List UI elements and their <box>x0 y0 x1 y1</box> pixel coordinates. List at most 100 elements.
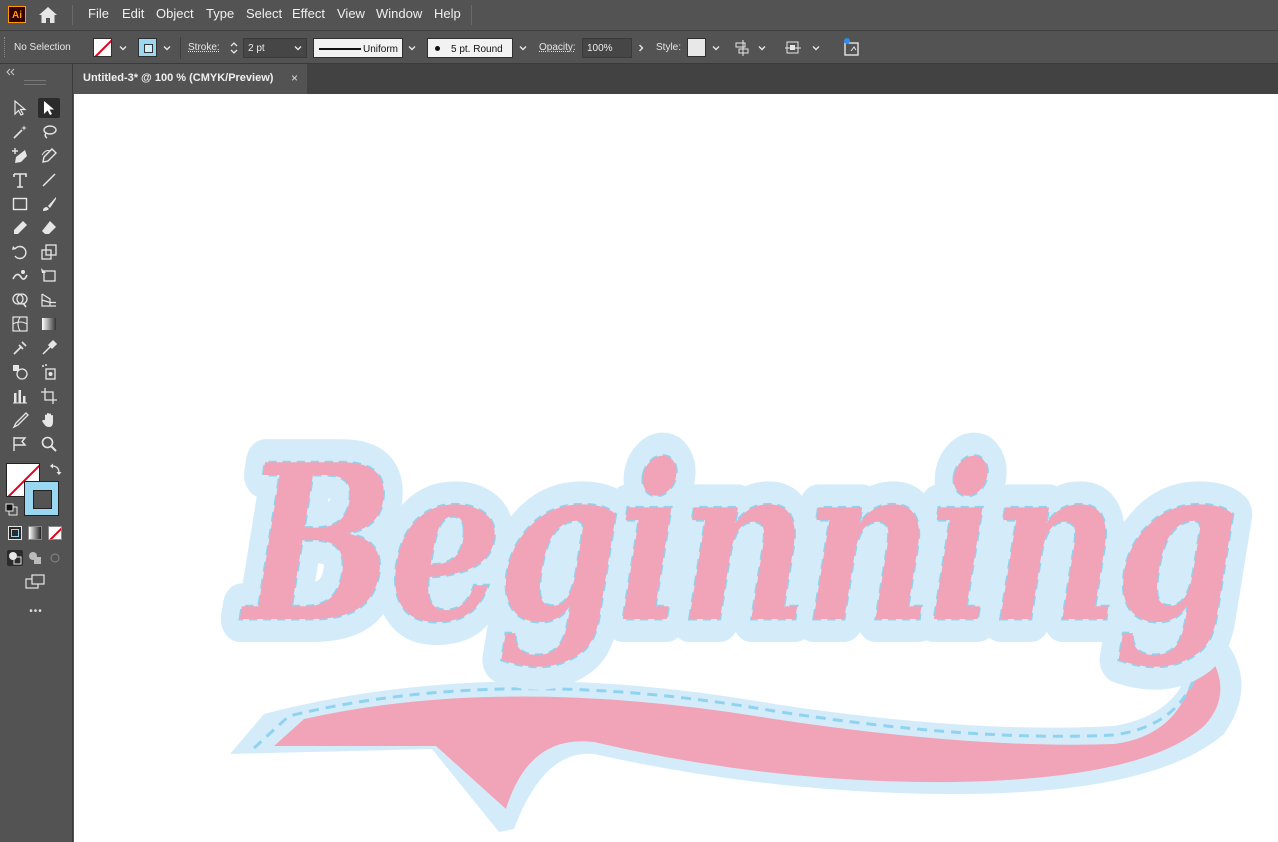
style-swatch[interactable] <box>687 38 706 57</box>
opacity-field[interactable]: 100% <box>582 38 632 58</box>
default-colors-icon[interactable] <box>5 503 18 516</box>
draw-inside-button[interactable] <box>47 550 63 566</box>
free-transform-tool[interactable] <box>38 266 60 286</box>
none-mode-button[interactable] <box>48 526 62 540</box>
zoom-tool[interactable] <box>38 434 60 454</box>
transform-icon[interactable] <box>784 39 802 57</box>
close-icon[interactable]: × <box>291 71 298 85</box>
magic-wand-icon <box>13 125 27 139</box>
gradient-tool[interactable] <box>38 314 60 334</box>
hand-icon <box>42 413 53 427</box>
rectangle-tool[interactable] <box>9 194 31 214</box>
paintbrush-icon <box>43 197 56 211</box>
magic-wand-tool[interactable] <box>9 122 31 142</box>
pen-tool[interactable] <box>9 146 31 166</box>
pencil-tool[interactable] <box>9 218 31 238</box>
menu-edit[interactable]: Edit <box>122 6 144 21</box>
tools-panel: ••• <box>0 64 73 842</box>
blend-tool[interactable] <box>9 338 31 358</box>
draw-normal-button[interactable] <box>7 550 23 566</box>
stroke-profile-field[interactable]: Uniform <box>313 38 403 58</box>
stroke-color-box[interactable] <box>24 481 59 516</box>
type-t-icon <box>13 173 27 188</box>
recolor-artwork-icon[interactable] <box>842 37 862 57</box>
scale-icon <box>41 244 57 260</box>
menu-bar: Ai File Edit Object Type Select Effect V… <box>0 0 1278 30</box>
panel-grip[interactable] <box>4 37 7 57</box>
gradient-mode-button[interactable] <box>28 526 42 540</box>
panel-grip[interactable] <box>24 80 46 85</box>
swap-colors-icon[interactable] <box>49 462 63 476</box>
chevron-down-icon[interactable] <box>161 42 173 54</box>
stroke-label[interactable]: Stroke: <box>188 42 220 53</box>
screen-mode-icon[interactable] <box>24 573 46 591</box>
draw-behind-button[interactable] <box>27 550 43 566</box>
stroke-swatch[interactable] <box>138 38 157 57</box>
paintbrush-tool[interactable] <box>38 194 60 214</box>
menu-select[interactable]: Select <box>246 6 282 21</box>
puppet-warp-tool[interactable] <box>9 434 31 454</box>
artboard-canvas[interactable]: Beginning Beginning Beginning <box>74 94 1278 842</box>
align-icon[interactable] <box>734 39 752 57</box>
eyedropper-tool[interactable] <box>38 338 60 358</box>
warp-tool[interactable] <box>9 266 31 286</box>
document-tab[interactable]: Untitled-3* @ 100 % (CMYK/Preview) × <box>73 64 307 94</box>
arrow-outline-icon <box>14 99 27 116</box>
stroke-weight-field[interactable]: 2 pt <box>243 38 307 58</box>
symbol-sprayer-tool[interactable] <box>38 362 60 382</box>
chevron-down-icon[interactable] <box>756 42 768 54</box>
shape-builder-tool[interactable] <box>9 290 31 310</box>
scale-tool[interactable] <box>38 242 60 262</box>
document-tab-bar: Untitled-3* @ 100 % (CMYK/Preview) × <box>73 64 1278 94</box>
collapse-panel-icon[interactable] <box>5 68 15 76</box>
eraser-tool[interactable] <box>38 218 60 238</box>
hand-tool[interactable] <box>38 410 60 430</box>
style-label: Style: <box>656 42 682 53</box>
type-tool[interactable] <box>9 170 31 190</box>
rotate-tool[interactable] <box>9 242 31 262</box>
live-paint-tool[interactable] <box>9 362 31 382</box>
chevron-down-icon[interactable] <box>710 42 722 54</box>
curvature-tool[interactable] <box>38 146 60 166</box>
opacity-label[interactable]: Opacity: <box>539 42 576 53</box>
home-icon[interactable] <box>38 6 58 24</box>
beginning-artwork[interactable]: Beginning Beginning Beginning <box>74 94 1278 842</box>
perspective-grid-tool[interactable] <box>38 290 60 310</box>
curvature-pen-icon <box>41 148 57 163</box>
menu-window[interactable]: Window <box>376 6 422 21</box>
chevron-down-icon[interactable] <box>406 42 418 54</box>
free-transform-icon <box>41 268 56 282</box>
brush-field[interactable]: 5 pt. Round <box>427 38 513 58</box>
chevron-down-icon[interactable] <box>292 42 304 54</box>
menu-object[interactable]: Object <box>156 6 194 21</box>
control-bar: No Selection Stroke: 2 pt Uniform 5 pt. … <box>0 30 1278 64</box>
direct-selection-tool[interactable] <box>38 98 60 118</box>
mesh-icon <box>12 316 28 332</box>
chevron-down-icon[interactable] <box>810 42 822 54</box>
column-graph-tool[interactable] <box>9 386 31 406</box>
shape-builder-icon <box>12 293 28 308</box>
chevron-right-icon[interactable] <box>635 42 647 54</box>
mesh-tool[interactable] <box>9 314 31 334</box>
color-mode-button[interactable] <box>8 526 22 540</box>
selection-tool[interactable] <box>9 98 31 118</box>
menu-view[interactable]: View <box>337 6 365 21</box>
lasso-tool[interactable] <box>38 122 60 142</box>
document-tab-title: Untitled-3* @ 100 % (CMYK/Preview) <box>83 72 274 84</box>
menu-type[interactable]: Type <box>206 6 234 21</box>
app-logo: Ai <box>8 6 26 23</box>
line-segment-tool[interactable] <box>38 170 60 190</box>
stroke-profile-value: Uniform <box>363 44 399 55</box>
menu-help[interactable]: Help <box>434 6 461 21</box>
slice-tool[interactable] <box>9 410 31 430</box>
fill-swatch[interactable] <box>93 38 112 57</box>
stepper-icon[interactable] <box>228 39 240 57</box>
artboard-tool[interactable] <box>38 386 60 406</box>
rectangle-icon <box>12 197 28 211</box>
chevron-down-icon[interactable] <box>117 42 129 54</box>
menu-effect[interactable]: Effect <box>292 6 325 21</box>
menu-file[interactable]: File <box>88 6 109 21</box>
eyedropper-icon <box>42 339 58 355</box>
more-tools-button[interactable]: ••• <box>22 606 50 617</box>
chevron-down-icon[interactable] <box>517 42 529 54</box>
